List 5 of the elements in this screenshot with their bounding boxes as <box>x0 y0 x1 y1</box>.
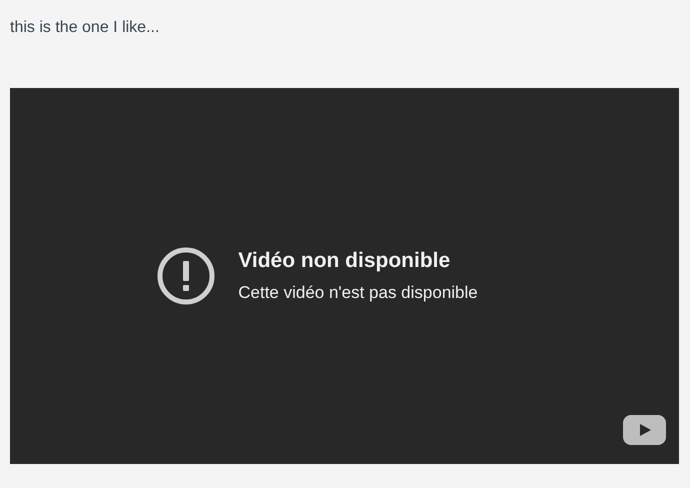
post-text: this is the one I like... <box>10 18 160 38</box>
warning-icon <box>157 247 216 305</box>
play-logo-icon[interactable] <box>623 415 666 445</box>
video-error-message: Cette vidéo n'est pas disponible <box>238 283 478 303</box>
video-error-title: Vidéo non disponible <box>238 249 452 273</box>
